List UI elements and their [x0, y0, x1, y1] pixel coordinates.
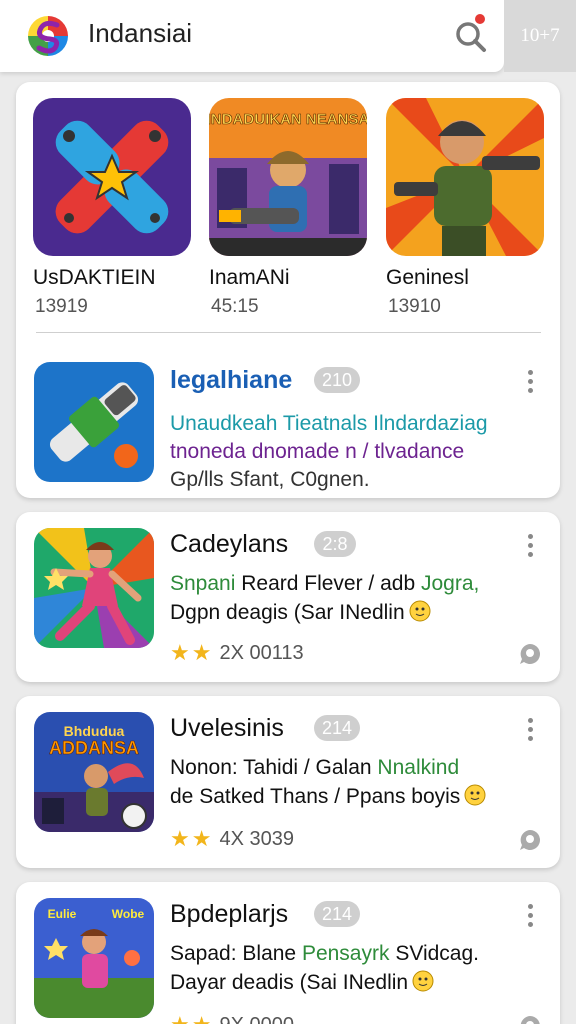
- app-description-line: Unaudkeah Tieatnals Ilndardaziag: [170, 412, 488, 435]
- more-options-icon[interactable]: [522, 902, 538, 930]
- featured-count: 13910: [388, 296, 441, 317]
- app-icon[interactable]: [34, 528, 154, 648]
- party-art-right: Wobe: [112, 907, 145, 921]
- star-icon: ★: [170, 826, 190, 851]
- star-icon: ★: [192, 1012, 212, 1024]
- game-controller-art: [33, 98, 191, 256]
- app-description-line: de Satked Thans / Ppans boyis: [170, 784, 486, 809]
- app-title: Indansiai: [88, 18, 193, 48]
- app-name[interactable]: Bpdeplarjs: [170, 900, 288, 929]
- version-badge: 2:8: [314, 531, 356, 557]
- adventure-art-line1: Bhdudua: [64, 723, 125, 739]
- comment-icon[interactable]: [518, 828, 542, 852]
- highlight-text: Pensayrk: [301, 942, 390, 965]
- star-icon: ★: [170, 1012, 190, 1024]
- featured-name: Geninesl: [386, 266, 469, 289]
- app-icon[interactable]: Bhdudua ADDANSA: [34, 712, 154, 832]
- app-name[interactable]: legalhiane: [170, 366, 292, 395]
- featured-item[interactable]: Geninesl 13910: [386, 98, 544, 317]
- more-options-icon[interactable]: [522, 532, 538, 560]
- more-options-icon[interactable]: [522, 716, 538, 744]
- app-description-line: Sapad: Blane Pensayrk SVidcag.: [170, 942, 479, 966]
- app-logo-icon[interactable]: [24, 12, 72, 60]
- highlight-text: Jogra,: [420, 572, 480, 595]
- rating-text: 4X 3039: [219, 827, 294, 850]
- app-description-line: Dgpn deagis (Sar INedlin: [170, 600, 431, 625]
- description-text: Reard Flever / adb: [235, 572, 421, 595]
- app-description-line: Nonon: Tahidi / Galan Nnalkind: [170, 756, 459, 780]
- party-art: Eulie Wobe: [34, 898, 154, 1018]
- app-description-line: Gp/lls Sfant, C0gnen.: [170, 468, 370, 491]
- search-icon: [456, 14, 486, 52]
- app-name[interactable]: Uvelesinis: [170, 714, 284, 743]
- emoji-icon: [412, 970, 434, 992]
- star-icon: ★: [170, 640, 190, 665]
- side-tab[interactable]: 10+7: [504, 0, 576, 72]
- rating-text: 9X 0000: [219, 1014, 294, 1024]
- description-text: de Satked Thans / Ppans boyis: [170, 785, 461, 808]
- version-badge: 214: [314, 715, 361, 741]
- rating-text: 2X 00113: [219, 641, 304, 664]
- app-icon[interactable]: Eulie Wobe: [34, 898, 154, 1018]
- dancer-art: [34, 528, 154, 648]
- description-text: SVidcag.: [389, 942, 479, 965]
- app-name[interactable]: Cadeylans: [170, 530, 288, 559]
- soldier-art: [386, 98, 544, 256]
- divider: [36, 332, 541, 333]
- app-description-line: tnoneda dnomade n / tlvadance: [170, 440, 465, 463]
- featured-name: UsDAKTIEIN: [33, 266, 156, 289]
- featured-count: 13919: [35, 296, 88, 317]
- app-icon[interactable]: [34, 362, 154, 482]
- app-card[interactable]: Eulie Wobe Bpdeplarjs 214 Sapad: Blane P…: [16, 882, 560, 1024]
- party-art-left: Eulie: [48, 907, 77, 921]
- description-text: Dgpn deagis (Sar INedlin: [170, 601, 405, 624]
- description-text: Sapad: Blane: [170, 942, 302, 965]
- emoji-icon: [464, 784, 486, 806]
- rating-row: ★★ 9X 0000: [170, 1012, 294, 1024]
- star-icon: ★: [191, 640, 212, 665]
- adventure-art-line2: ADDANSA: [49, 738, 139, 758]
- top-app-bar: Indansiai: [0, 0, 504, 72]
- featured-item[interactable]: UsDAKTIEIN 13919: [33, 98, 191, 317]
- app-description-line: Snpani Reard Flever / adb Jogra,: [170, 572, 479, 596]
- shooter-hero-art: INDADUIKAN NEANSA: [209, 98, 367, 256]
- description-text: Nonon: Tahidi / Galan: [170, 756, 378, 779]
- adventure-art: Bhdudua ADDANSA: [34, 712, 154, 832]
- featured-count: 45:15: [211, 296, 259, 317]
- more-options-icon[interactable]: [522, 368, 538, 396]
- highlight-text: Nnalkind: [377, 756, 460, 779]
- featured-card: UsDAKTIEIN 13919 INDADUIKAN NEANSA InamA…: [16, 82, 560, 498]
- version-badge: 214: [314, 901, 361, 927]
- app-description-line: Dayar deadis (Sai INedlin: [170, 970, 434, 995]
- featured-item[interactable]: INDADUIKAN NEANSA InamANi 45:15: [209, 98, 367, 317]
- star-icon: ★: [191, 826, 212, 851]
- shooter-art-title: INDADUIKAN NEANSA: [209, 111, 367, 128]
- description-text: Dayar deadis (Sai INedlin: [170, 971, 409, 994]
- rating-row: ★ ★ 2X 00113: [170, 640, 304, 666]
- comment-icon[interactable]: [518, 1014, 542, 1024]
- app-card[interactable]: Bhdudua ADDANSA Uvelesinis 214 Nonon: Ta…: [16, 696, 560, 868]
- app-card[interactable]: Cadeylans 2:8 Snpani Reard Flever / adb …: [16, 512, 560, 682]
- comment-icon[interactable]: [518, 642, 542, 666]
- search-button[interactable]: [452, 14, 492, 54]
- featured-name: InamANi: [209, 266, 290, 289]
- tools-art: [34, 362, 154, 482]
- version-badge: 210: [314, 367, 361, 393]
- rating-row: ★ ★ 4X 3039: [170, 826, 294, 852]
- highlight-text: Snpani: [170, 572, 236, 595]
- emoji-icon: [409, 600, 431, 622]
